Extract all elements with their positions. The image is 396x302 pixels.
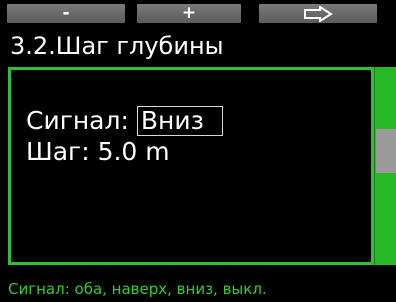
- step-label: Шаг:: [26, 137, 90, 166]
- plus-softkey[interactable]: +: [137, 4, 241, 23]
- signal-label: Сигнал:: [26, 106, 129, 135]
- scrollbar[interactable]: [374, 67, 396, 265]
- next-softkey[interactable]: [259, 4, 377, 23]
- page-title: 3.2.Шаг глубины: [10, 32, 224, 60]
- minus-softkey[interactable]: -: [7, 4, 125, 23]
- scrollbar-thumb[interactable]: [376, 129, 396, 173]
- signal-value-field[interactable]: Вниз: [136, 106, 223, 136]
- softkey-bar: - +: [0, 0, 396, 28]
- arrow-right-icon: [304, 6, 333, 22]
- step-row: Шаг: 5.0 m: [26, 137, 170, 167]
- hint-text: Сигнал: оба, наверх, вниз, выкл.: [8, 280, 267, 298]
- step-value[interactable]: 5.0 m: [98, 137, 170, 166]
- signal-row: Сигнал: Вниз: [26, 106, 223, 136]
